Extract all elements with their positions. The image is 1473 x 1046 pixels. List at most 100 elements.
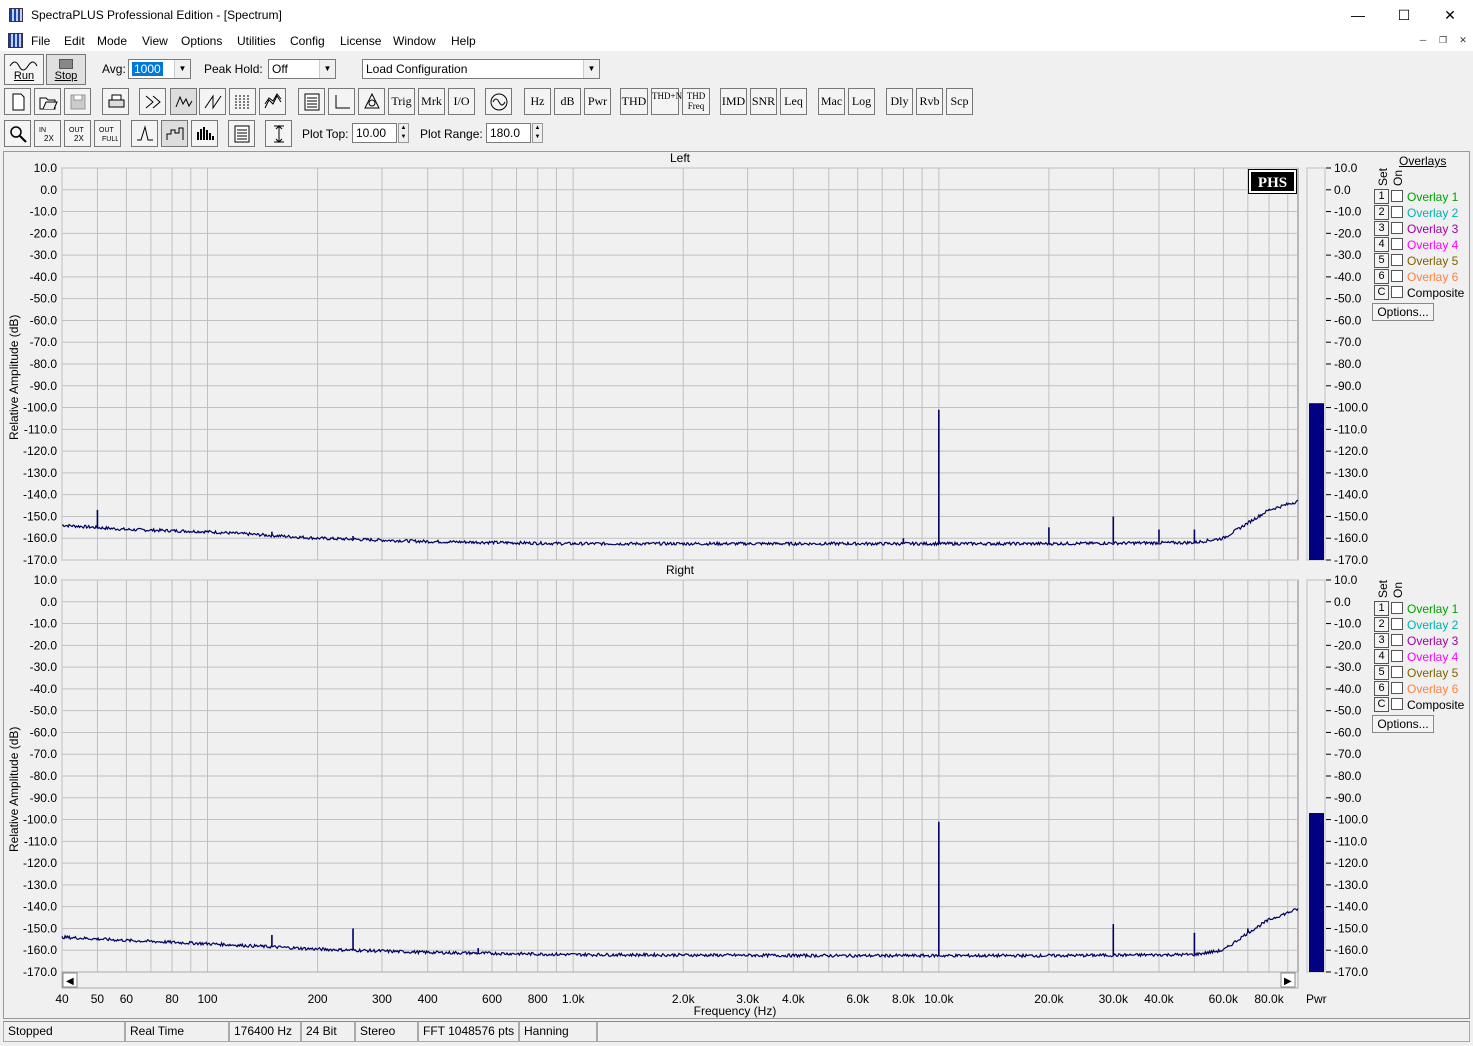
- overlay-set-button[interactable]: C: [1374, 285, 1389, 300]
- overlay-checkbox[interactable]: [1391, 698, 1403, 710]
- overlay-label: Overlay 1: [1407, 190, 1459, 204]
- x-tick-label: 200: [307, 992, 328, 1006]
- overlay-set-button[interactable]: C: [1374, 697, 1389, 712]
- power-tick-label: -30.0: [1334, 248, 1362, 262]
- power-tick-label: -60.0: [1334, 313, 1362, 327]
- overlay-label: Overlay 3: [1407, 634, 1459, 648]
- power-tick-label: -160.0: [1334, 943, 1368, 957]
- overlay-checkbox[interactable]: [1391, 206, 1403, 218]
- power-meter-fill: [1309, 403, 1324, 560]
- y-tick-label: -60.0: [30, 313, 58, 327]
- overlay-checkbox[interactable]: [1391, 650, 1403, 662]
- overlay-set-button[interactable]: 1: [1374, 189, 1389, 204]
- horizontal-scrollbar[interactable]: ◀ ▶: [61, 971, 1299, 989]
- overlay-set-button[interactable]: 5: [1374, 253, 1389, 268]
- power-tick-label: -50.0: [1334, 704, 1362, 718]
- y-tick-label: -120.0: [23, 444, 57, 458]
- y-tick-label: -80.0: [30, 769, 58, 783]
- power-tick-label: -150.0: [1334, 509, 1368, 523]
- power-tick-label: -10.0: [1334, 617, 1362, 631]
- overlay-set-button[interactable]: 3: [1374, 221, 1389, 236]
- x-tick-label: 30.0k: [1098, 992, 1128, 1006]
- power-tick-label: 10.0: [1334, 573, 1358, 587]
- overlay-checkbox[interactable]: [1391, 222, 1403, 234]
- x-tick-label: 10.0k: [924, 992, 954, 1006]
- power-tick-label: -120.0: [1334, 856, 1368, 870]
- overlay-checkbox[interactable]: [1391, 666, 1403, 678]
- x-tick-label: 60: [119, 992, 134, 1006]
- y-tick-label: 0.0: [40, 183, 57, 197]
- y-tick-label: -140.0: [23, 900, 57, 914]
- y-tick-label: -100.0: [23, 401, 57, 415]
- power-tick-label: -30.0: [1334, 660, 1362, 674]
- y-tick-label: -30.0: [30, 660, 58, 674]
- x-tick-label: 80: [165, 992, 179, 1006]
- overlay-checkbox[interactable]: [1391, 238, 1403, 250]
- overlay-checkbox[interactable]: [1391, 270, 1403, 282]
- overlay-options-button[interactable]: Options...: [1372, 303, 1434, 321]
- overlay-checkbox[interactable]: [1391, 634, 1403, 646]
- power-tick-label: -110.0: [1334, 422, 1367, 436]
- overlay-set-button[interactable]: 2: [1374, 617, 1389, 632]
- y-tick-label: -160.0: [23, 531, 57, 545]
- power-tick-label: -110.0: [1334, 834, 1367, 848]
- status-bit-depth: 24 Bit: [301, 1021, 355, 1042]
- y-tick-label: -150.0: [23, 921, 57, 935]
- power-tick-label: -170.0: [1334, 965, 1368, 979]
- overlay-set-button[interactable]: 1: [1374, 601, 1389, 616]
- status-sample-rate: 176400 Hz: [229, 1021, 301, 1042]
- overlay-checkbox[interactable]: [1391, 254, 1403, 266]
- y-tick-label: -70.0: [30, 747, 58, 761]
- overlay-options-button[interactable]: Options...: [1372, 715, 1434, 733]
- power-tick-label: -20.0: [1334, 638, 1362, 652]
- y-tick-label: -40.0: [30, 682, 58, 696]
- y-tick-label: -110.0: [24, 422, 57, 436]
- overlay-set-button[interactable]: 6: [1374, 269, 1389, 284]
- y-tick-label: -80.0: [30, 357, 58, 371]
- y-tick-label: -130.0: [23, 878, 57, 892]
- overlays-header: Overlays: [1399, 154, 1447, 168]
- chart-panel-left: 10.0 10.0 0.0 0.0 -10.0 -10.0 -20.0 -20.0 -30.0 -…: [23, 161, 1368, 567]
- overlay-checkbox[interactable]: [1391, 682, 1403, 694]
- power-tick-label: -120.0: [1334, 444, 1368, 458]
- x-tick-label: 800: [527, 992, 548, 1006]
- x-axis-label: Frequency (Hz): [693, 1004, 777, 1018]
- power-tick-label: -40.0: [1334, 682, 1362, 696]
- overlay-checkbox[interactable]: [1391, 286, 1403, 298]
- scrollbar-track[interactable]: [61, 971, 1299, 989]
- y-tick-label: -30.0: [30, 248, 58, 262]
- y-tick-label: -60.0: [30, 725, 58, 739]
- overlay-checkbox[interactable]: [1391, 190, 1403, 202]
- overlay-set-button[interactable]: 3: [1374, 633, 1389, 648]
- x-tick-label: 40.0k: [1144, 992, 1174, 1006]
- overlay-label: Overlay 2: [1407, 618, 1459, 632]
- chart-panel-right: 10.0 10.0 0.0 0.0 -10.0 -10.0 -20.0 -20.0 -30.0 -…: [23, 573, 1368, 979]
- power-tick-label: -100.0: [1334, 813, 1368, 827]
- y-tick-label: -10.0: [30, 617, 58, 631]
- pwr-label: Pwr: [1306, 992, 1327, 1006]
- y-tick-label: -130.0: [23, 466, 57, 480]
- overlay-set-button[interactable]: 5: [1374, 665, 1389, 680]
- overlay-set-button[interactable]: 2: [1374, 205, 1389, 220]
- power-tick-label: -160.0: [1334, 531, 1368, 545]
- overlay-checkbox[interactable]: [1391, 602, 1403, 614]
- power-tick-label: -140.0: [1334, 488, 1368, 502]
- overlay-checkbox[interactable]: [1391, 618, 1403, 630]
- overlay-set-button[interactable]: 4: [1374, 237, 1389, 252]
- status-channels: Stereo: [355, 1021, 418, 1042]
- y-tick-label: 10.0: [34, 573, 58, 587]
- overlay-label: Overlay 5: [1407, 254, 1459, 268]
- phs-logo: PHS: [1248, 169, 1297, 194]
- y-tick-label: -140.0: [23, 488, 57, 502]
- power-tick-label: -140.0: [1334, 900, 1368, 914]
- overlay-set-button[interactable]: 6: [1374, 681, 1389, 696]
- overlay-label: Overlay 6: [1407, 682, 1459, 696]
- y-tick-label: -100.0: [23, 813, 57, 827]
- x-tick-label: 100: [197, 992, 218, 1006]
- overlay-set-button[interactable]: 4: [1374, 649, 1389, 664]
- power-tick-label: -130.0: [1334, 878, 1368, 892]
- status-empty: [597, 1021, 1470, 1042]
- power-tick-label: -40.0: [1334, 270, 1362, 284]
- power-tick-label: -90.0: [1334, 379, 1362, 393]
- power-tick-label: 10.0: [1334, 161, 1358, 175]
